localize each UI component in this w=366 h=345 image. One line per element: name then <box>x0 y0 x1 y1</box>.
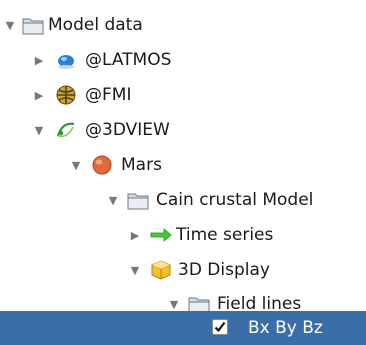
tree-node-label: @FMI <box>85 85 132 105</box>
tree-node-time-series[interactable]: ▶ Time series <box>0 218 366 252</box>
globe-icon <box>55 85 77 105</box>
tree-node-label: @3DVIEW <box>85 120 170 140</box>
tree-node-label: Bx By Bz <box>248 318 323 338</box>
tree-node-label: Time series <box>176 225 274 245</box>
expanded-triangle-icon[interactable]: ▼ <box>32 113 46 147</box>
collapsed-triangle-icon[interactable]: ▶ <box>128 218 142 252</box>
folder-icon <box>127 190 149 210</box>
tree-node-3dview[interactable]: ▼ @3DVIEW <box>0 113 366 147</box>
cube-icon <box>150 260 172 280</box>
orbit-icon <box>55 120 77 140</box>
collapsed-triangle-icon[interactable]: ▶ <box>32 78 46 112</box>
expanded-triangle-icon[interactable]: ▼ <box>128 253 142 287</box>
folder-icon <box>22 15 44 35</box>
blue-planet-icon <box>55 50 77 70</box>
tree-node-label: 3D Display <box>178 260 270 280</box>
collapsed-triangle-icon[interactable]: ▶ <box>32 43 46 77</box>
expanded-triangle-icon[interactable]: ▼ <box>3 8 17 42</box>
tree-node-mars[interactable]: ▼ Mars <box>0 148 366 182</box>
tree-node-label: Mars <box>121 155 162 175</box>
tree-node-bx-by-bz[interactable]: Bx By Bz <box>0 311 366 345</box>
bx-by-bz-checkbox[interactable] <box>212 319 228 335</box>
tree-node-3d-display[interactable]: ▼ 3D Display <box>0 253 366 287</box>
tree-node-label: @LATMOS <box>85 50 172 70</box>
green-arrow-icon <box>150 225 172 245</box>
model-data-tree: ▼ Model data ▶ @LATMOS ▶ @FMI ▼ @3DVIEW … <box>0 0 366 345</box>
tree-node-label: Cain crustal Model <box>156 190 314 210</box>
tree-node-model-data[interactable]: ▼ Model data <box>0 8 366 42</box>
tree-node-fmi[interactable]: ▶ @FMI <box>0 78 366 112</box>
tree-node-cain-crustal-model[interactable]: ▼ Cain crustal Model <box>0 183 366 217</box>
expanded-triangle-icon[interactable]: ▼ <box>69 148 83 182</box>
expanded-triangle-icon[interactable]: ▼ <box>106 183 120 217</box>
tree-node-label: Model data <box>48 15 143 35</box>
mars-planet-icon <box>91 155 113 175</box>
tree-node-latmos[interactable]: ▶ @LATMOS <box>0 43 366 77</box>
